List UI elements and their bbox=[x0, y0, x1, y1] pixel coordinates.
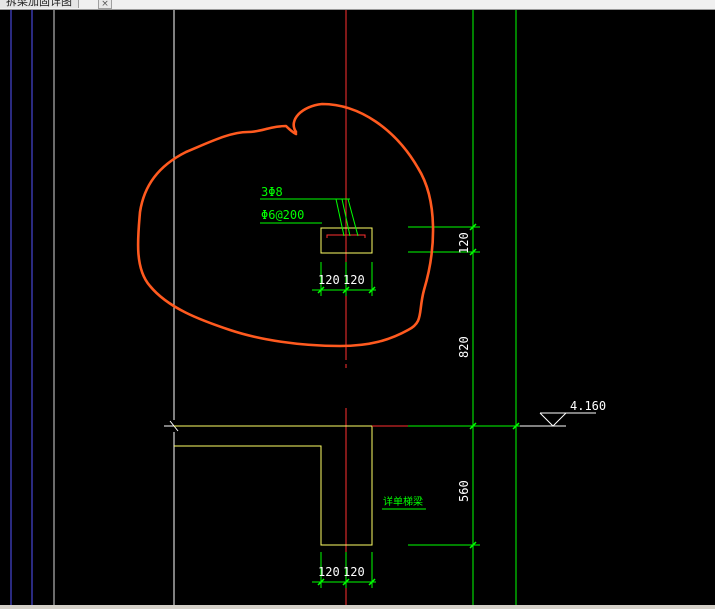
dim-vertical-top: 120 bbox=[457, 232, 471, 254]
stirrup-label: Φ6@200 bbox=[261, 208, 304, 222]
tab-bar: 拆梁加固详图 × bbox=[0, 0, 715, 10]
slab-beam-section bbox=[174, 425, 373, 546]
dim-vertical-middle: 820 bbox=[457, 336, 471, 358]
status-strip bbox=[0, 605, 715, 609]
close-icon[interactable]: × bbox=[98, 0, 112, 9]
rebar-top-label: 3Φ8 bbox=[261, 185, 283, 199]
dim-lower-right: 120 bbox=[343, 565, 365, 579]
dim-vertical-bottom: 560 bbox=[457, 480, 471, 502]
dim-upper-right: 120 bbox=[343, 273, 365, 287]
highlight-circle-annotation bbox=[136, 102, 435, 348]
dim-upper-left: 120 bbox=[318, 273, 340, 287]
note-label: 详单梯梁 bbox=[383, 495, 423, 508]
rebar-leader-3 bbox=[347, 198, 359, 237]
drawing-canvas[interactable]: 3Φ8 Φ6@200 120 120 120 820 560 4.160 详单梯… bbox=[0, 10, 715, 606]
elevation-marker bbox=[539, 412, 568, 427]
cad-window: 拆梁加固详图 × 3Φ8 Φ6@200 120 120 120 820 560 … bbox=[0, 0, 715, 609]
drawing-tab[interactable]: 拆梁加固详图 bbox=[0, 0, 79, 8]
dim-lower-left: 120 bbox=[318, 565, 340, 579]
elevation-label: 4.160 bbox=[570, 399, 606, 413]
